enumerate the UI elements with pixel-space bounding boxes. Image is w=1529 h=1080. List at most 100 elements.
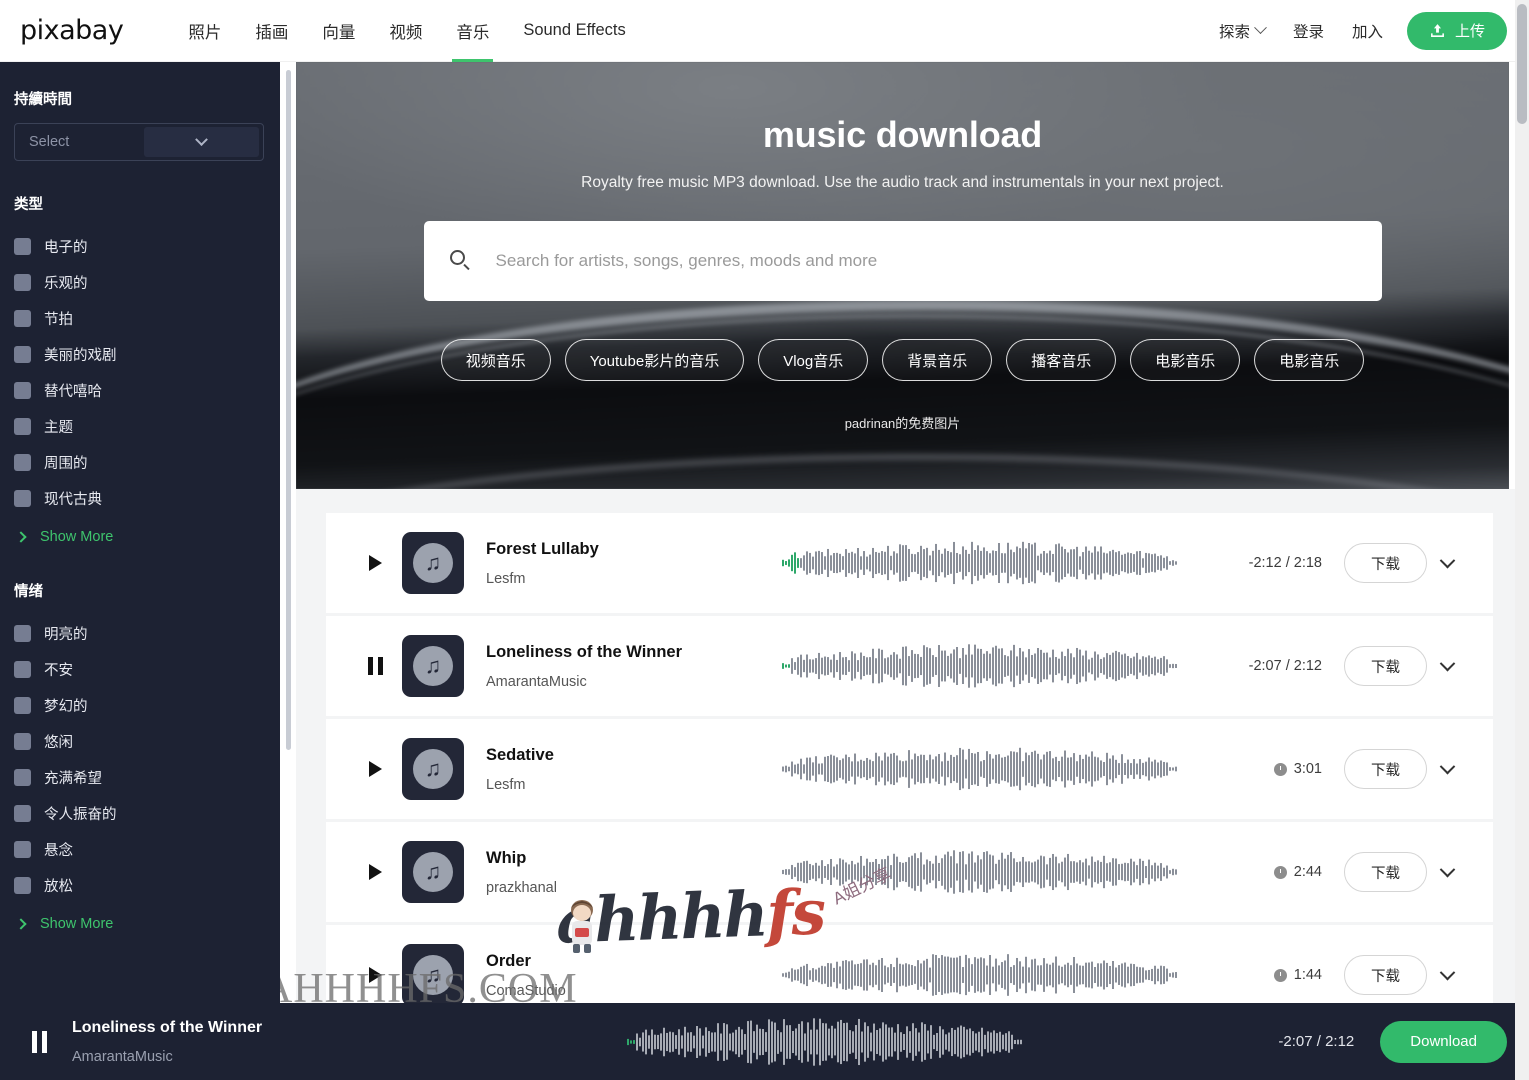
search-input[interactable]: Search for artists, songs, genres, moods… xyxy=(496,251,878,271)
track-download-button[interactable]: 下载 xyxy=(1344,852,1427,892)
checkbox-icon[interactable] xyxy=(14,309,31,327)
genre-option-6[interactable]: 周围的 xyxy=(14,444,264,480)
mood-option-7[interactable]: 放松 xyxy=(14,867,264,903)
track-title[interactable]: Order xyxy=(486,952,768,971)
genre-option-0[interactable]: 电子的 xyxy=(14,228,264,264)
track-artist[interactable]: AmarantaMusic xyxy=(486,674,768,690)
upload-button[interactable]: 上传 xyxy=(1406,11,1507,50)
genre-option-3[interactable]: 美丽的戏剧 xyxy=(14,336,264,372)
tag-pill-2[interactable]: Vlog音乐 xyxy=(758,339,869,381)
track-title[interactable]: Sedative xyxy=(486,746,768,765)
checkbox-icon[interactable] xyxy=(14,660,31,678)
track-expand-button[interactable] xyxy=(1427,552,1467,569)
pixabay-logo[interactable]: pixabay xyxy=(20,15,124,46)
track-waveform[interactable] xyxy=(768,952,1192,998)
track-title[interactable]: Whip xyxy=(486,849,768,868)
track-download-button[interactable]: 下载 xyxy=(1344,543,1427,583)
genre-section-header[interactable]: 类型 xyxy=(14,193,264,214)
checkbox-icon[interactable] xyxy=(14,453,31,471)
genre-option-5[interactable]: 主题 xyxy=(14,408,264,444)
checkbox-icon[interactable] xyxy=(14,768,31,786)
genre-show-more[interactable]: Show More xyxy=(14,518,264,556)
page-scrollbar-thumb[interactable] xyxy=(1517,4,1527,124)
track-artist[interactable]: prazkhanal xyxy=(486,880,768,896)
checkbox-icon[interactable] xyxy=(14,840,31,858)
track-waveform[interactable] xyxy=(768,540,1192,586)
tag-pill-5[interactable]: 电影音乐 xyxy=(1130,339,1241,381)
image-credit[interactable]: padrinan的免费图片 xyxy=(296,413,1509,432)
join-link[interactable]: 加入 xyxy=(1352,20,1383,42)
player-download-button[interactable]: Download xyxy=(1380,1020,1507,1063)
nav-item-0[interactable]: 照片 xyxy=(188,0,221,62)
mood-section-header[interactable]: 情绪 xyxy=(14,580,264,601)
checkbox-icon[interactable] xyxy=(14,732,31,750)
mood-option-2[interactable]: 梦幻的 xyxy=(14,687,264,723)
track-play-button[interactable] xyxy=(358,761,392,777)
track-expand-button[interactable] xyxy=(1427,758,1467,775)
track-waveform[interactable] xyxy=(768,643,1192,689)
checkbox-icon[interactable] xyxy=(14,417,31,435)
nav-item-2[interactable]: 向量 xyxy=(322,0,355,62)
tag-pill-6[interactable]: 电影音乐 xyxy=(1254,339,1365,381)
mood-option-0[interactable]: 明亮的 xyxy=(14,615,264,651)
track-artist[interactable]: Lesfm xyxy=(486,777,768,793)
track-row[interactable]: ♫ Loneliness of the Winner AmarantaMusic -2… xyxy=(326,616,1493,716)
mood-option-1[interactable]: 不安 xyxy=(14,651,264,687)
tag-pill-1[interactable]: Youtube影片的音乐 xyxy=(564,339,745,381)
sidebar-scrollbar[interactable] xyxy=(286,70,291,750)
track-play-button[interactable] xyxy=(358,864,392,880)
checkbox-icon[interactable] xyxy=(14,345,31,363)
search-bar[interactable]: Search for artists, songs, genres, moods… xyxy=(423,221,1382,301)
track-row[interactable]: ♫ Forest Lullaby Lesfm -2:12 / 2:18 下载 xyxy=(326,513,1493,613)
track-title[interactable]: Forest Lullaby xyxy=(486,540,768,559)
tag-pill-0[interactable]: 视频音乐 xyxy=(440,339,551,381)
track-waveform[interactable] xyxy=(768,849,1192,895)
track-download-button[interactable]: 下载 xyxy=(1344,955,1427,995)
tag-pill-3[interactable]: 背景音乐 xyxy=(882,339,993,381)
checkbox-icon[interactable] xyxy=(14,381,31,399)
login-link[interactable]: 登录 xyxy=(1293,20,1324,42)
genre-option-7[interactable]: 现代古典 xyxy=(14,480,264,516)
track-artist[interactable]: ComaStudio xyxy=(486,983,768,999)
duration-select[interactable]: Select xyxy=(14,123,264,161)
track-waveform[interactable] xyxy=(768,746,1192,792)
checkbox-icon[interactable] xyxy=(14,489,31,507)
nav-item-3[interactable]: 视频 xyxy=(389,0,422,62)
track-play-button[interactable] xyxy=(358,967,392,983)
mood-option-5[interactable]: 令人振奋的 xyxy=(14,795,264,831)
checkbox-icon[interactable] xyxy=(14,696,31,714)
tag-pill-4[interactable]: 播客音乐 xyxy=(1006,339,1117,381)
mood-option-3[interactable]: 悠闲 xyxy=(14,723,264,759)
genre-option-1[interactable]: 乐观的 xyxy=(14,264,264,300)
nav-item-1[interactable]: 插画 xyxy=(255,0,288,62)
nav-item-5[interactable]: Sound Effects xyxy=(523,0,625,62)
track-play-button[interactable] xyxy=(358,555,392,571)
track-download-button[interactable]: 下载 xyxy=(1344,646,1427,686)
track-download-button[interactable]: 下载 xyxy=(1344,749,1427,789)
player-waveform[interactable] xyxy=(372,1017,1278,1066)
checkbox-icon[interactable] xyxy=(14,624,31,642)
mood-show-more[interactable]: Show More xyxy=(14,905,264,943)
mood-option-6[interactable]: 悬念 xyxy=(14,831,264,867)
track-expand-button[interactable] xyxy=(1427,964,1467,981)
genre-option-4[interactable]: 替代嘻哈 xyxy=(14,372,264,408)
checkbox-icon[interactable] xyxy=(14,237,31,255)
track-pause-button[interactable] xyxy=(358,657,392,675)
explore-menu[interactable]: 探索 xyxy=(1219,20,1267,42)
checkbox-icon[interactable] xyxy=(14,273,31,291)
checkbox-icon[interactable] xyxy=(14,804,31,822)
track-title[interactable]: Loneliness of the Winner xyxy=(486,643,768,662)
track-row[interactable]: ♫ Sedative Lesfm 3:01 下载 xyxy=(326,719,1493,819)
nav-item-4[interactable]: 音乐 xyxy=(452,0,494,62)
genre-option-2[interactable]: 节拍 xyxy=(14,300,264,336)
track-artist[interactable]: Lesfm xyxy=(486,571,768,587)
player-pause-button[interactable] xyxy=(18,1030,60,1053)
mood-option-4[interactable]: 充满希望 xyxy=(14,759,264,795)
checkbox-icon[interactable] xyxy=(14,876,31,894)
track-expand-button[interactable] xyxy=(1427,861,1467,878)
page-subtitle: Royalty free music MP3 download. Use the… xyxy=(581,174,1224,191)
track-row[interactable]: ♫ Whip prazkhanal 2:44 下载 xyxy=(326,822,1493,922)
page-scrollbar[interactable] xyxy=(1515,0,1529,1080)
track-expand-button[interactable] xyxy=(1427,655,1467,672)
filters-sidebar: 持續時間 Select 类型 电子的 乐观的 节拍 美丽的戏剧 替代嘻哈 主题 周围的 现代古… xyxy=(0,62,280,1003)
